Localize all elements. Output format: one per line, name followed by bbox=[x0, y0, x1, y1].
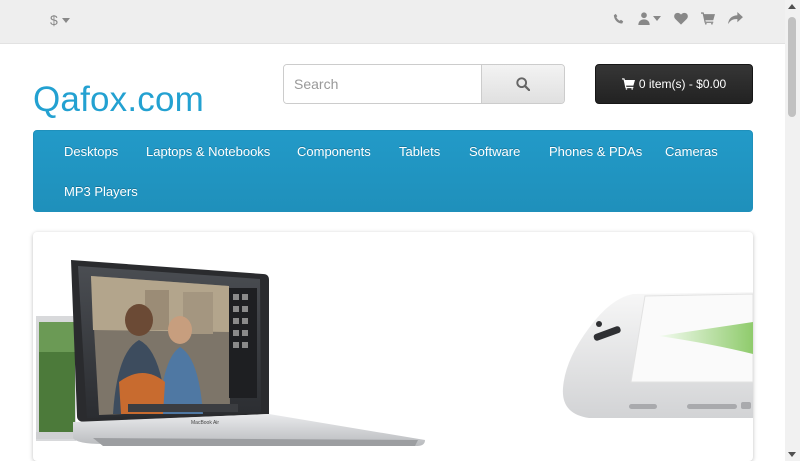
laptop-brand-label: MacBook Air bbox=[191, 420, 219, 426]
menu-item-software[interactable]: Software bbox=[469, 144, 520, 159]
share-icon bbox=[728, 12, 743, 25]
search-bar bbox=[283, 64, 565, 104]
currency-symbol: $ bbox=[50, 12, 58, 28]
heart-icon bbox=[674, 12, 688, 25]
currency-dropdown[interactable]: $ bbox=[50, 12, 70, 28]
search-button[interactable] bbox=[481, 65, 564, 103]
top-links bbox=[613, 12, 743, 25]
account-dropdown[interactable] bbox=[638, 12, 661, 25]
caret-down-icon bbox=[61, 17, 70, 23]
phone-icon bbox=[613, 13, 624, 24]
cart-total: 0 item(s) - $0.00 bbox=[638, 77, 727, 91]
search-input[interactable] bbox=[284, 65, 481, 103]
phone-link[interactable] bbox=[613, 13, 625, 25]
laptop-image: MacBook Air bbox=[71, 260, 425, 446]
search-icon bbox=[516, 77, 530, 91]
page-scrollbar[interactable] bbox=[785, 0, 800, 461]
shopping-cart-icon bbox=[701, 12, 715, 25]
site-logo[interactable]: Qafox.com bbox=[33, 80, 204, 120]
scroll-up-arrow-icon[interactable] bbox=[788, 4, 796, 9]
shopping-cart-icon bbox=[621, 78, 635, 90]
checkout-link[interactable] bbox=[728, 12, 743, 25]
top-bar: $ bbox=[0, 0, 785, 44]
cart-button[interactable]: 0 item(s) - $0.00 bbox=[595, 64, 753, 104]
scrollbar-thumb[interactable] bbox=[788, 17, 796, 117]
menu-item-components[interactable]: Components bbox=[297, 144, 371, 159]
user-icon bbox=[638, 12, 650, 25]
menu-item-desktops[interactable]: Desktops bbox=[64, 144, 118, 159]
main-menu: Desktops Laptops & Notebooks Components … bbox=[33, 130, 753, 212]
image-slider[interactable]: MacBook Air bbox=[33, 232, 753, 461]
menu-item-cameras[interactable]: Cameras bbox=[665, 144, 718, 159]
menu-item-laptops-notebooks[interactable]: Laptops & Notebooks bbox=[146, 144, 270, 159]
wishlist-link[interactable] bbox=[674, 12, 688, 25]
scroll-down-arrow-icon[interactable] bbox=[788, 452, 796, 457]
shopping-cart-link[interactable] bbox=[701, 12, 715, 25]
menu-item-phones-pdas[interactable]: Phones & PDAs bbox=[549, 144, 642, 159]
menu-item-tablets[interactable]: Tablets bbox=[399, 144, 440, 159]
caret-down-icon bbox=[653, 16, 661, 21]
phone-image bbox=[562, 292, 753, 418]
menu-item-mp3-players[interactable]: MP3 Players bbox=[64, 184, 138, 199]
slideshow-banner: MacBook Air bbox=[36, 260, 753, 446]
